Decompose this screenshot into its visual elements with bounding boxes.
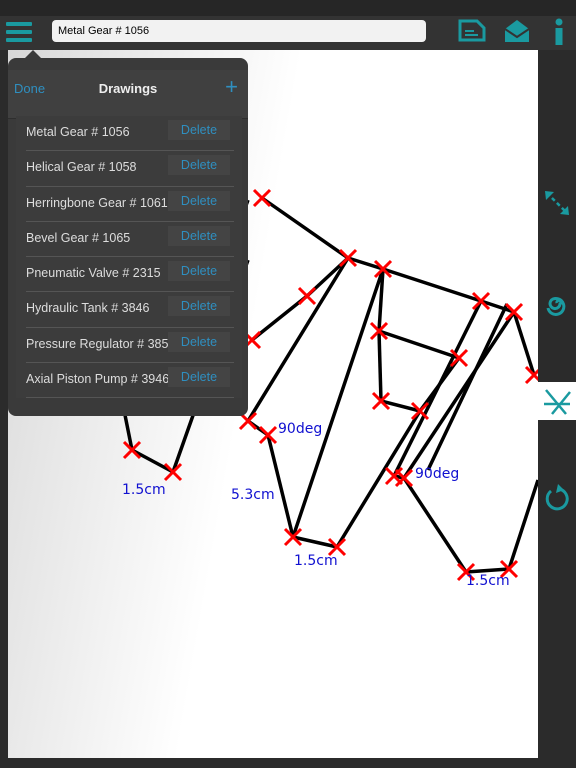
list-item[interactable]: Herringbone Gear # 1061 Delete [26, 187, 234, 222]
drawing-name[interactable]: Pneumatic Valve # 2315 [26, 266, 172, 280]
delete-button[interactable]: Delete [168, 331, 230, 352]
info-icon[interactable] [552, 18, 566, 46]
dimension-label: 1.5cm [122, 482, 166, 498]
drawing-line [507, 479, 538, 570]
delete-button[interactable]: Delete [168, 120, 230, 140]
drawing-line [377, 330, 383, 402]
vertex-marker-icon[interactable] [297, 286, 317, 306]
add-drawing-button[interactable]: + [225, 74, 238, 100]
vertex-marker-icon[interactable] [163, 462, 183, 482]
drawing-line [378, 329, 460, 360]
list-item[interactable]: Metal Gear # 1056 Delete [26, 116, 234, 152]
delete-button[interactable]: Delete [168, 296, 230, 317]
drawing-line [131, 448, 174, 474]
drawing-name[interactable]: Hydraulic Tank # 3846 [26, 301, 172, 315]
document-icon[interactable] [458, 18, 486, 42]
drawing-line [402, 477, 468, 573]
rotate-icon[interactable] [538, 480, 576, 514]
right-toolbar [538, 50, 576, 768]
list-item[interactable]: Axial Piston Pump # 3946 Delete [26, 363, 234, 399]
mail-icon[interactable] [504, 18, 530, 44]
list-item[interactable]: Pneumatic Valve # 2315 Delete [26, 257, 234, 293]
drawing-name[interactable]: Axial Piston Pump # 3946 [26, 372, 172, 386]
list-item[interactable]: Pressure Regulator # 3853 Delete [26, 328, 234, 364]
drawing-line [402, 311, 516, 479]
dimension-label: 90deg [278, 421, 323, 437]
drawing-line [382, 267, 482, 303]
popover-title: Drawings [98, 81, 158, 96]
resize-arrows-icon[interactable] [538, 186, 576, 220]
drawing-name[interactable]: Bevel Gear # 1065 [26, 231, 172, 245]
dimension-label: 1.5cm [294, 553, 338, 569]
vertex-marker-icon[interactable] [252, 188, 272, 208]
list-item[interactable]: Helical Gear # 1058 Delete [26, 151, 234, 187]
drawing-line [246, 257, 350, 422]
delete-button[interactable]: Delete [168, 155, 230, 176]
status-bar [0, 0, 576, 16]
drawing-line [465, 567, 510, 574]
list-item[interactable]: Hydraulic Tank # 3846 Delete [26, 292, 234, 328]
drawing-name[interactable]: Helical Gear # 1058 [26, 160, 172, 174]
drawings-popover: Done Drawings + Metal Gear # 1056 Delete H… [8, 58, 248, 416]
list-item[interactable]: Bevel Gear # 1065 Delete [26, 222, 234, 258]
drawing-line [266, 434, 295, 538]
spiral-icon[interactable] [538, 286, 576, 320]
drawing-name[interactable]: Pressure Regulator # 3853 [26, 337, 172, 351]
menu-icon[interactable] [6, 22, 32, 44]
delete-button[interactable]: Delete [168, 225, 230, 246]
popover-header: Done Drawings + [8, 70, 248, 119]
drawings-list[interactable]: Metal Gear # 1056 Delete Helical Gear # 10… [16, 116, 242, 399]
dimension-label: 5.3cm [231, 487, 275, 503]
drawing-line [335, 410, 422, 548]
dimension-label: 1.5cm [466, 573, 510, 589]
delete-button[interactable]: Delete [168, 190, 230, 211]
dimension-label: 90deg [415, 466, 460, 482]
delete-button[interactable]: Delete [168, 367, 230, 388]
cross-lines-icon[interactable] [538, 382, 576, 420]
drawing-name[interactable]: Herringbone Gear # 1061 [26, 196, 172, 210]
drawing-name[interactable]: Metal Gear # 1056 [26, 125, 172, 139]
drawing-line [260, 196, 350, 260]
delete-button[interactable]: Delete [168, 261, 230, 282]
drawing-line [512, 311, 536, 376]
drawing-title-input[interactable] [52, 20, 426, 42]
